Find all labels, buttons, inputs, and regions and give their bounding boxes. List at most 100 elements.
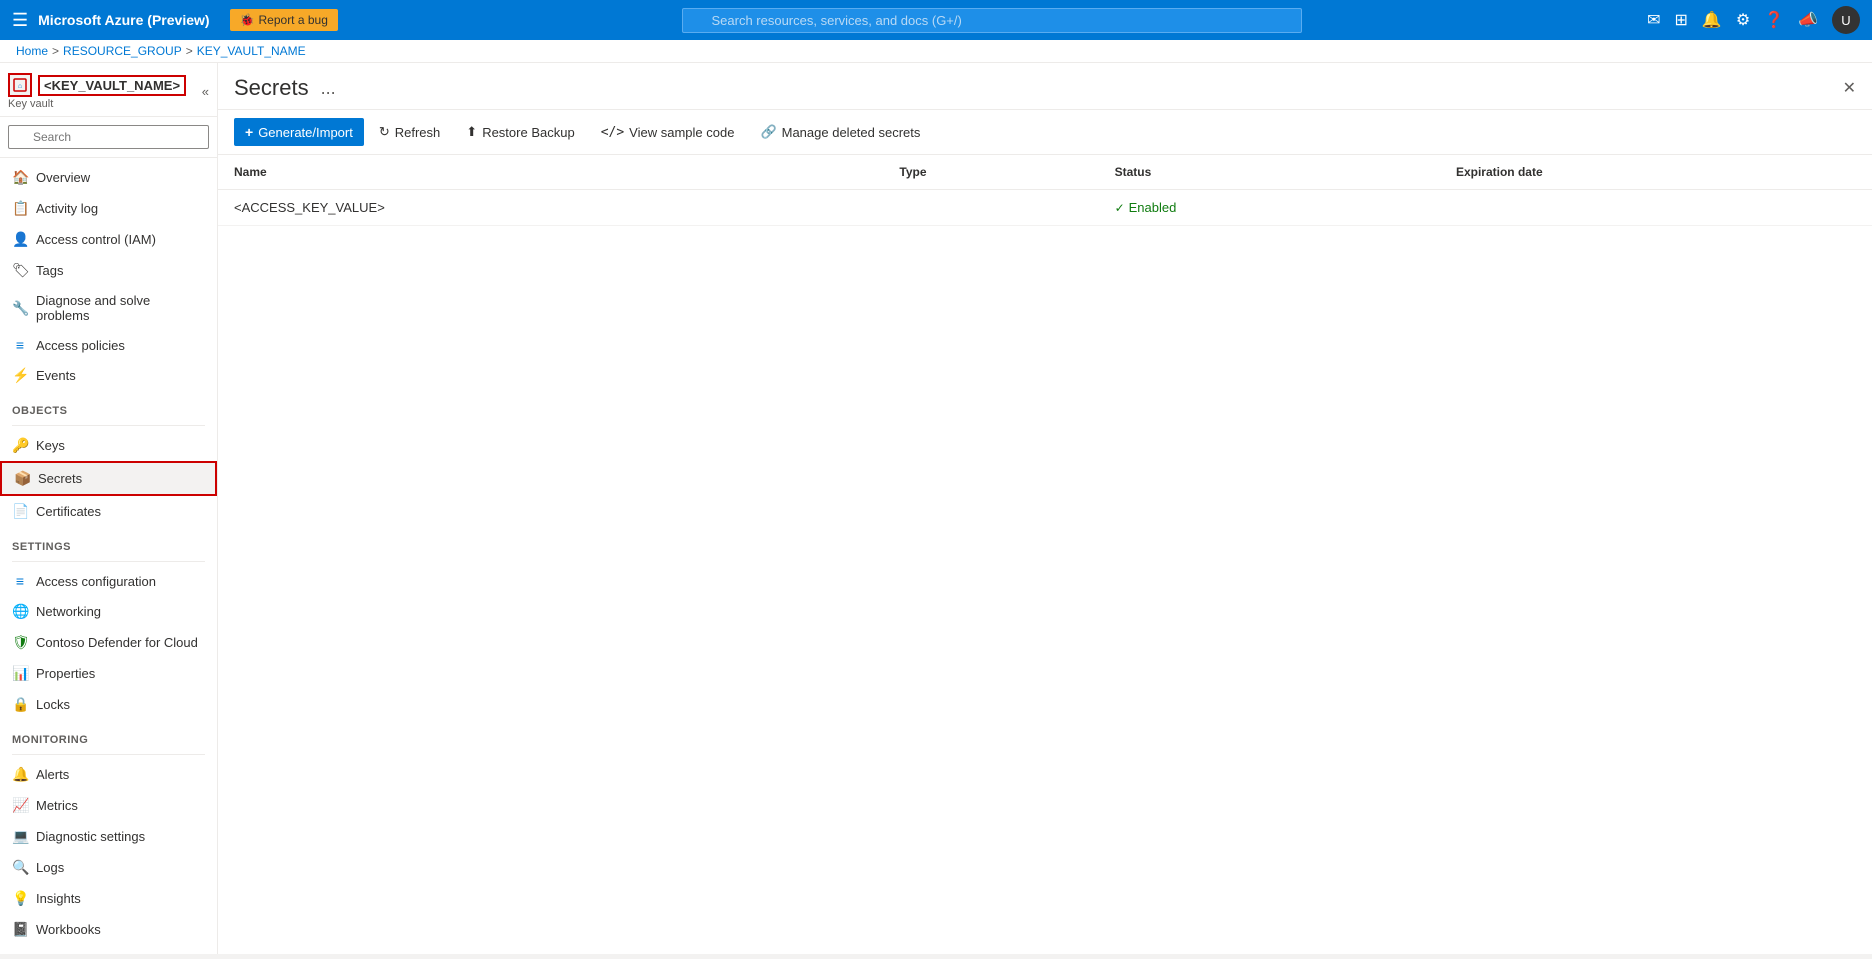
topbar-search-wrap [348,8,1637,33]
sidebar-item-diagnostic-settings[interactable]: 💻 Diagnostic settings [0,821,217,852]
view-sample-code-icon: </> [601,125,624,140]
notification-icon[interactable]: 🔔 [1702,10,1722,30]
sidebar-label-access-policies: Access policies [36,338,125,353]
access-policies-icon: ≡ [12,337,28,353]
access-control-icon: 👤 [12,231,28,248]
toolbar: + Generate/Import ↻ Refresh ⬆ Restore Ba… [218,110,1872,155]
sidebar-item-access-configuration[interactable]: ≡ Access configuration [0,566,217,596]
sidebar-item-logs[interactable]: 🔍 Logs [0,852,217,883]
sidebar-item-tags[interactable]: 🏷 Tags [0,255,217,286]
sidebar-label-secrets: Secrets [38,471,82,486]
activity-log-icon: 📋 [12,200,28,217]
refresh-label: Refresh [395,125,441,140]
sidebar-item-contoso-defender[interactable]: 🛡 Contoso Defender for Cloud [0,627,217,658]
view-sample-code-button[interactable]: </> View sample code [590,119,746,146]
sidebar-label-logs: Logs [36,860,64,875]
manage-deleted-button[interactable]: 🔗 Manage deleted secrets [749,118,931,146]
breadcrumb-home[interactable]: Home [16,44,48,58]
sidebar-item-insights[interactable]: 💡 Insights [0,883,217,914]
refresh-icon: ↻ [379,124,390,140]
content-title: Secrets [234,75,309,101]
sidebar-search-input[interactable] [8,125,209,149]
col-name: Name [218,155,883,190]
manage-deleted-label: Manage deleted secrets [782,125,921,140]
sidebar-label-diagnostic-settings: Diagnostic settings [36,829,145,844]
sidebar-nav: 🏠 Overview 📋 Activity log 👤 Access contr… [0,158,217,954]
sidebar-label-workbooks: Workbooks [36,922,101,937]
topbar-search-input[interactable] [682,8,1302,33]
topbar-icons: ✉ ⊞ 🔔 ⚙ ❓ 📣 U [1647,6,1860,34]
sidebar-item-events[interactable]: ⚡ Events [0,360,217,391]
breadcrumb-sep2: > [186,44,193,58]
sidebar-label-keys: Keys [36,438,65,453]
report-bug-label: Report a bug [259,13,328,27]
workbooks-icon: 📓 [12,921,28,938]
generate-import-label: Generate/Import [258,125,353,140]
email-icon[interactable]: ✉ [1647,10,1660,30]
sidebar-item-workbooks[interactable]: 📓 Workbooks [0,914,217,945]
generate-import-button[interactable]: + Generate/Import [234,118,364,146]
topbar-title: Microsoft Azure (Preview) [38,12,209,28]
keys-icon: 🔑 [12,437,28,454]
sidebar-label-metrics: Metrics [36,798,78,813]
sidebar-label-contoso-defender: Contoso Defender for Cloud [36,635,198,650]
sidebar-item-diagnose[interactable]: 🔧 Diagnose and solve problems [0,286,217,330]
col-status: Status [1099,155,1440,190]
sidebar-vault-subtitle: Key vault [8,98,194,110]
feedback-icon[interactable]: 📣 [1798,10,1818,30]
sidebar-item-keys[interactable]: 🔑 Keys [0,430,217,461]
sidebar-label-properties: Properties [36,666,95,681]
kv-icon: ⌂ [8,73,32,97]
objects-divider [12,425,205,426]
help-icon[interactable]: ❓ [1764,10,1784,30]
breadcrumb-resource-group[interactable]: RESOURCE_GROUP [63,44,182,58]
defender-icon: 🛡 [12,634,28,651]
sidebar-label-activity-log: Activity log [36,201,98,216]
sidebar-item-networking[interactable]: 🌐 Networking [0,596,217,627]
sidebar-item-locks[interactable]: 🔒 Locks [0,689,217,720]
sidebar-label-access-configuration: Access configuration [36,574,156,589]
content-close-icon[interactable]: ✕ [1843,78,1856,98]
events-icon: ⚡ [12,367,28,384]
content-more-icon[interactable]: ... [321,78,336,99]
restore-backup-icon: ⬆ [466,124,477,140]
col-type: Type [883,155,1098,190]
sidebar-item-secrets[interactable]: 📦 Secrets [0,461,217,496]
row-name[interactable]: <ACCESS_KEY_VALUE> [218,190,883,226]
avatar[interactable]: U [1832,6,1860,34]
sidebar-item-access-policies[interactable]: ≡ Access policies [0,330,217,360]
settings-divider [12,561,205,562]
restore-backup-button[interactable]: ⬆ Restore Backup [455,118,585,146]
refresh-button[interactable]: ↻ Refresh [368,118,451,146]
sidebar-item-properties[interactable]: 📊 Properties [0,658,217,689]
sidebar-item-access-control[interactable]: 👤 Access control (IAM) [0,224,217,255]
diagnose-icon: 🔧 [12,300,28,317]
table-row[interactable]: <ACCESS_KEY_VALUE> ✓ Enabled [218,190,1872,226]
monitoring-section-label: Monitoring [0,720,217,750]
sidebar-item-alerts[interactable]: 🔔 Alerts [0,759,217,790]
alerts-icon: 🔔 [12,766,28,783]
row-status: ✓ Enabled [1099,190,1440,226]
breadcrumb-key-vault[interactable]: KEY_VAULT_NAME [197,44,306,58]
sidebar-label-access-control: Access control (IAM) [36,232,156,247]
report-bug-button[interactable]: 🐞 Report a bug [230,9,338,31]
sidebar-label-diagnose: Diagnose and solve problems [36,293,205,323]
metrics-icon: 📈 [12,797,28,814]
sidebar-item-metrics[interactable]: 📈 Metrics [0,790,217,821]
table-body: <ACCESS_KEY_VALUE> ✓ Enabled [218,190,1872,226]
hamburger-icon[interactable]: ☰ [12,10,28,31]
sidebar-item-overview[interactable]: 🏠 Overview [0,162,217,193]
locks-icon: 🔒 [12,696,28,713]
logs-icon: 🔍 [12,859,28,876]
sidebar-label-certificates: Certificates [36,504,101,519]
sidebar-vault-name[interactable]: <KEY_VAULT_NAME> [38,75,186,96]
objects-section-label: Objects [0,391,217,421]
sidebar-item-activity-log[interactable]: 📋 Activity log [0,193,217,224]
portal-icon[interactable]: ⊞ [1674,10,1687,30]
sidebar-item-certificates[interactable]: 📄 Certificates [0,496,217,527]
sidebar: ⌂ <KEY_VAULT_NAME> Key vault « 🔍 🏠 Overv… [0,63,218,954]
breadcrumb: Home > RESOURCE_GROUP > KEY_VAULT_NAME [0,40,1872,63]
bug-icon: 🐞 [240,13,255,27]
sidebar-collapse-icon[interactable]: « [202,84,209,99]
settings-icon[interactable]: ⚙ [1736,10,1750,30]
